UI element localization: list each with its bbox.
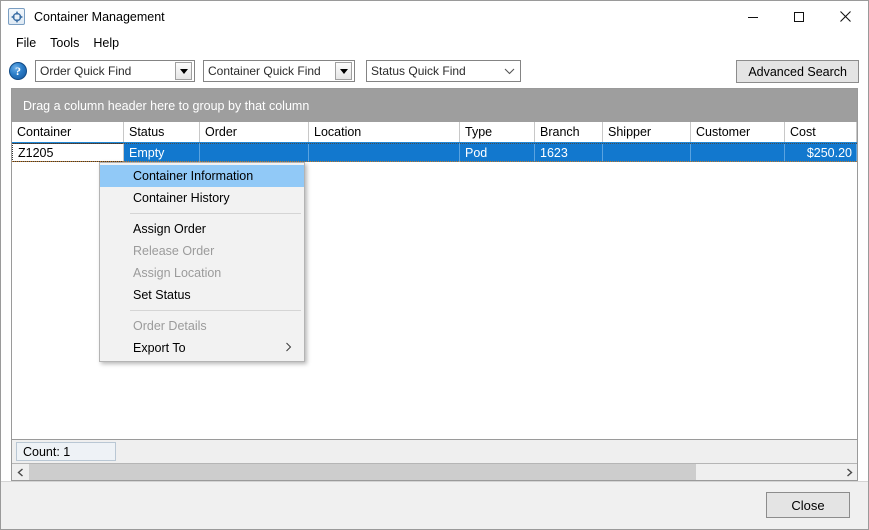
- row-focus-top-edge: [12, 143, 857, 144]
- container-quick-find-value: Container Quick Find: [208, 64, 321, 78]
- cell-status[interactable]: Empty: [124, 143, 200, 162]
- maximize-icon: [794, 11, 804, 22]
- menu-item-help[interactable]: Help: [86, 34, 126, 52]
- window-title: Container Management: [34, 9, 165, 24]
- grid-header-row: Container Status Order Location Type Bra…: [12, 122, 857, 143]
- group-by-panel[interactable]: Drag a column header here to group by th…: [12, 89, 857, 122]
- advanced-search-button[interactable]: Advanced Search: [736, 60, 859, 83]
- horizontal-scrollbar[interactable]: [12, 463, 857, 480]
- scrollbar-track[interactable]: [29, 464, 840, 480]
- status-quick-find-dropdown-button[interactable]: [498, 67, 520, 75]
- cell-type[interactable]: Pod: [460, 143, 535, 162]
- column-header-customer[interactable]: Customer: [691, 122, 785, 142]
- context-menu-item-release-order: Release Order: [133, 244, 215, 258]
- cell-container[interactable]: Z1205: [12, 143, 124, 162]
- menu-item-file[interactable]: File: [9, 34, 43, 52]
- context-menu-item-assign-location: Assign Location: [133, 266, 222, 280]
- context-menu-item-set-status[interactable]: Set Status: [100, 284, 304, 306]
- cell-order[interactable]: [200, 143, 309, 162]
- window-controls: [730, 1, 868, 32]
- column-header-shipper[interactable]: Shipper: [603, 122, 691, 142]
- order-quick-find-value: Order Quick Find: [40, 64, 132, 78]
- column-header-cost[interactable]: Cost: [785, 122, 857, 142]
- column-header-status[interactable]: Status: [124, 122, 200, 142]
- title-bar: Container Management: [1, 1, 868, 32]
- cell-customer[interactable]: [691, 143, 785, 162]
- status-quick-find-combo[interactable]: Status Quick Find: [366, 60, 521, 82]
- close-window-button[interactable]: [822, 1, 868, 32]
- triangle-down-icon: [179, 68, 188, 74]
- cell-shipper[interactable]: [603, 143, 691, 162]
- chevron-right-icon[interactable]: [840, 464, 857, 480]
- context-menu-item-order-details: Order Details: [133, 319, 207, 333]
- column-header-type[interactable]: Type: [460, 122, 535, 142]
- menu-item-tools[interactable]: Tools: [43, 34, 86, 52]
- container-quick-find-dropdown-button[interactable]: [335, 62, 352, 80]
- context-menu-item-assign-order[interactable]: Assign Order: [100, 218, 304, 240]
- context-menu-item-export-to[interactable]: Export To: [100, 337, 304, 359]
- cell-branch[interactable]: 1623: [535, 143, 603, 162]
- minimize-icon: [748, 16, 758, 18]
- dialog-footer: Close: [1, 481, 868, 529]
- cell-location[interactable]: [309, 143, 460, 162]
- table-row[interactable]: Z1205 Empty Pod 1623 $250.20: [12, 143, 857, 162]
- chevron-down-icon: [504, 68, 514, 75]
- scrollbar-thumb[interactable]: [29, 464, 696, 480]
- question-mark-icon[interactable]: ?: [9, 62, 27, 80]
- cell-cost[interactable]: $250.20: [785, 143, 857, 162]
- maximize-button[interactable]: [776, 1, 822, 32]
- context-menu-separator: [130, 213, 301, 214]
- order-quick-find-combo[interactable]: Order Quick Find: [35, 60, 195, 82]
- record-count: Count: 1: [16, 442, 116, 461]
- order-quick-find-dropdown-button[interactable]: [175, 62, 192, 80]
- cell-next[interactable]: [857, 143, 858, 162]
- column-header-container[interactable]: Container: [12, 122, 124, 142]
- context-menu-item-container-information[interactable]: Container Information: [100, 165, 304, 187]
- column-header-order[interactable]: Order: [200, 122, 309, 142]
- context-menu-separator: [130, 310, 301, 311]
- close-button[interactable]: Close: [766, 492, 850, 518]
- container-management-window: Container Management File Tools Help ? O…: [0, 0, 869, 530]
- context-menu: Container Information Container History …: [99, 162, 305, 362]
- chevron-right-icon: [285, 342, 292, 355]
- container-app-icon: [8, 8, 25, 25]
- grid-count-bar: Count: 1: [12, 439, 857, 463]
- context-menu-item-container-history[interactable]: Container History: [100, 187, 304, 209]
- toolbar: ? Order Quick Find Container Quick Find …: [1, 54, 868, 88]
- status-quick-find-value: Status Quick Find: [371, 64, 466, 78]
- menu-bar: File Tools Help: [1, 32, 868, 54]
- column-header-location[interactable]: Location: [309, 122, 460, 142]
- column-header-next[interactable]: N: [857, 122, 858, 142]
- column-header-branch[interactable]: Branch: [535, 122, 603, 142]
- chevron-left-icon[interactable]: [12, 464, 29, 480]
- triangle-down-icon: [339, 68, 348, 74]
- minimize-button[interactable]: [730, 1, 776, 32]
- container-quick-find-combo[interactable]: Container Quick Find: [203, 60, 355, 82]
- context-menu-item-export-to-label: Export To: [133, 341, 186, 355]
- close-icon: [839, 11, 851, 22]
